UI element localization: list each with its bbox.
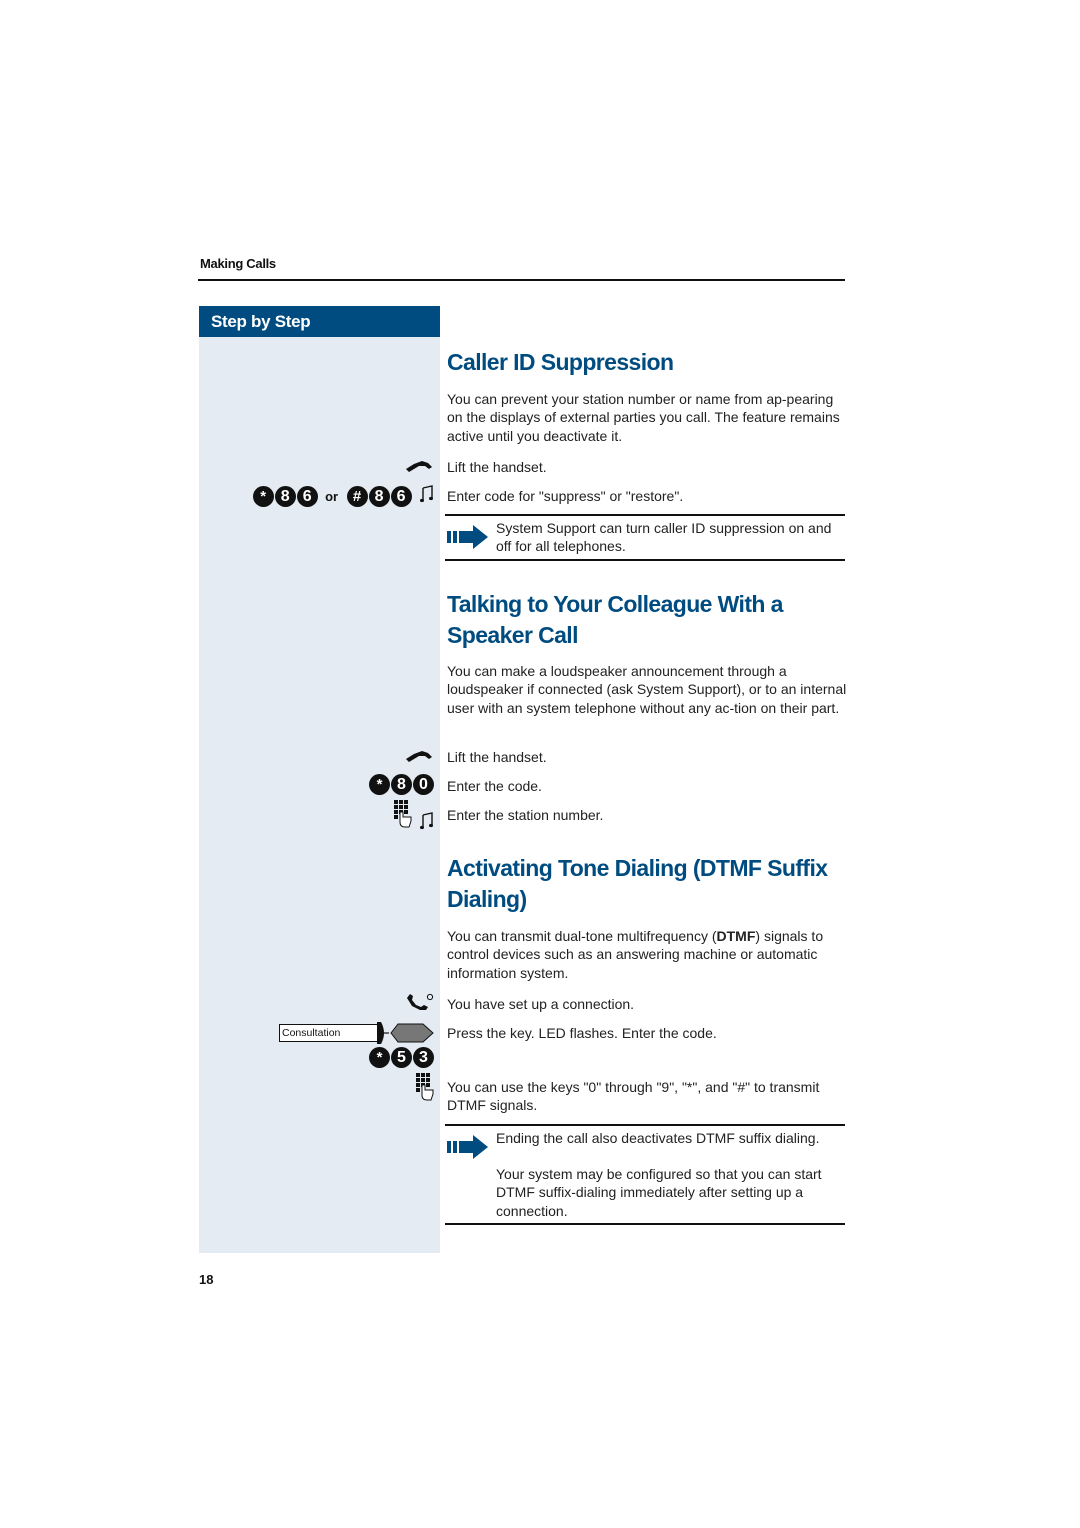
caller-id-intro: You can prevent your station number or n… [447,391,840,444]
key-star-icon: * [252,486,274,507]
keypad-icon [393,800,412,832]
consultation-key-button[interactable] [377,1022,435,1049]
note-caller-id-support: System Support can turn caller ID suppre… [496,520,832,555]
key-6-icon: 6 [390,486,412,507]
or-label: or [325,489,339,504]
key-star-icon: * [369,1047,390,1068]
note-bottom-rule [445,1223,845,1225]
step-enter-code: Enter the code. [447,778,542,794]
key-code-dtmf: * 5 3 [340,1047,434,1068]
key-8-icon: 8 [391,774,412,795]
step-dtmf-keys: You can use the keys "0" through "9", "*… [447,1079,820,1114]
key-5-icon: 5 [391,1047,412,1068]
note-arrow-icon [447,1135,489,1164]
dtmf-intro-bold: DTMF [716,928,756,944]
section-title-caller-id: Caller ID Suppression [447,349,674,375]
note-dtmf-ending: Ending the call also deactivates DTMF su… [496,1130,820,1146]
note-top-rule [445,514,845,516]
step-lift-handset: Lift the handset. [447,459,547,475]
key-code-suppress-restore: * 8 6 or #8 6 [228,485,434,508]
key-code-speaker: * 8 0 [340,774,434,795]
note-top-rule [445,1124,845,1126]
keypad-with-note [380,800,434,835]
key-6-icon: 6 [296,486,318,507]
note-dtmf-config: Your system may be configured so that yo… [496,1166,822,1219]
header-divider [198,279,845,281]
note-arrow-icon [447,525,489,554]
step-lift-handset: Lift the handset. [447,749,547,765]
step-enter-station-number: Enter the station number. [447,807,604,823]
lift-handset-icon [400,455,434,478]
page-number: 18 [199,1272,214,1287]
key-star-icon: * [369,774,390,795]
sidebar-title-text: Step by Step [211,312,311,331]
key-hash-icon: # [346,486,368,507]
step-enter-code: Enter code for "suppress" or "restore". [447,488,684,504]
section-title-dtmf-line1: Activating Tone Dialing (DTMF Suffix [447,855,828,881]
section-header: Making Calls [200,256,276,271]
music-note-icon [420,812,434,835]
key-3-icon: 3 [413,1047,434,1068]
music-note-icon [420,485,434,508]
dtmf-intro-part1: You can transmit dual-tone multifrequenc… [447,928,717,944]
speaker-call-intro: You can make a loudspeaker announcement … [447,663,847,716]
key-0-icon: 0 [413,774,434,795]
step-connection-established: You have set up a connection. [447,996,635,1012]
keypad-icon [406,1073,434,1106]
consultation-key-label[interactable]: Consultation [279,1024,379,1042]
note-bottom-rule [445,559,845,561]
step-press-key: Press the key. LED flashes. Enter the co… [447,1025,717,1041]
lift-handset-icon [400,745,434,768]
section-title-speaker-call-line1: Talking to Your Colleague With a [447,591,783,617]
connected-handset-icon [400,992,434,1019]
key-8-icon: 8 [368,486,390,507]
section-title-dtmf-line2: Dialing) [447,886,527,912]
key-8-icon: 8 [274,486,296,507]
dtmf-intro: You can transmit dual-tone multifrequenc… [447,927,847,982]
section-title-speaker-call-line2: Speaker Call [447,622,578,648]
sidebar-title: Step by Step [199,306,440,337]
